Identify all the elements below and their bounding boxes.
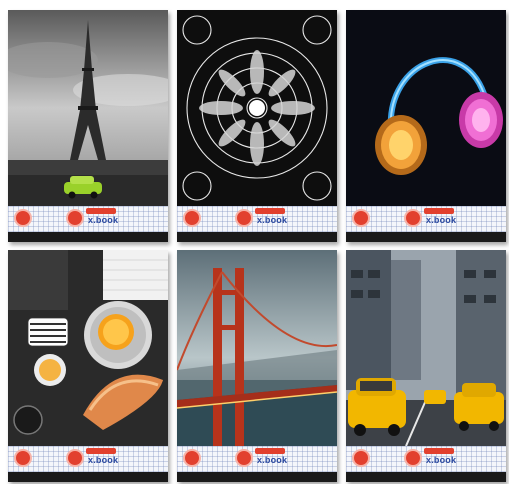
notebook-cover-grid: x.book x.book x.book x.book x.book x.boo… [0,0,509,484]
label-strip: x.book [8,206,168,232]
label-strip: x.book [8,446,168,472]
bottom-band [8,232,168,242]
brand-logo-icon [14,209,32,227]
cover-headphones[interactable]: x.book [346,10,506,242]
mandala-art [177,10,337,206]
brand-name: x.book [88,455,119,465]
label-strip: x.book [177,206,337,232]
brand-ribbon [86,208,116,214]
seal-icon [404,209,422,227]
bottom-band [346,232,506,242]
brand-name: x.book [426,455,457,465]
seal-icon [404,449,422,467]
label-strip: x.book [177,446,337,472]
brand-logo-icon [14,449,32,467]
nyc-taxi-art [346,250,506,446]
brand-logo-icon [183,209,201,227]
brand-logo-icon [183,449,201,467]
seal-icon [66,209,84,227]
eiffel-tower-art [8,10,168,206]
bottom-band [177,232,337,242]
seal-icon [66,449,84,467]
cover-breakfast[interactable]: x.book [8,250,168,482]
brand-ribbon [86,448,116,454]
brand-logo-icon [352,449,370,467]
brand-name: x.book [426,215,457,225]
headphones-art [346,10,506,206]
label-strip: x.book [346,206,506,232]
bottom-band [8,472,168,482]
cover-nyc-taxi[interactable]: x.book [346,250,506,482]
brand-ribbon [255,208,285,214]
golden-gate-art [177,250,337,446]
seal-icon [235,209,253,227]
brand-name: x.book [257,455,288,465]
cover-eiffel-tower[interactable]: x.book [8,10,168,242]
cover-golden-gate[interactable]: x.book [177,250,337,482]
brand-ribbon [424,208,454,214]
brand-name: x.book [88,215,119,225]
bottom-band [177,472,337,482]
brand-logo-icon [352,209,370,227]
brand-ribbon [424,448,454,454]
cover-mandala[interactable]: x.book [177,10,337,242]
seal-icon [235,449,253,467]
bottom-band [346,472,506,482]
brand-name: x.book [257,215,288,225]
label-strip: x.book [346,446,506,472]
breakfast-art [8,250,168,446]
brand-ribbon [255,448,285,454]
